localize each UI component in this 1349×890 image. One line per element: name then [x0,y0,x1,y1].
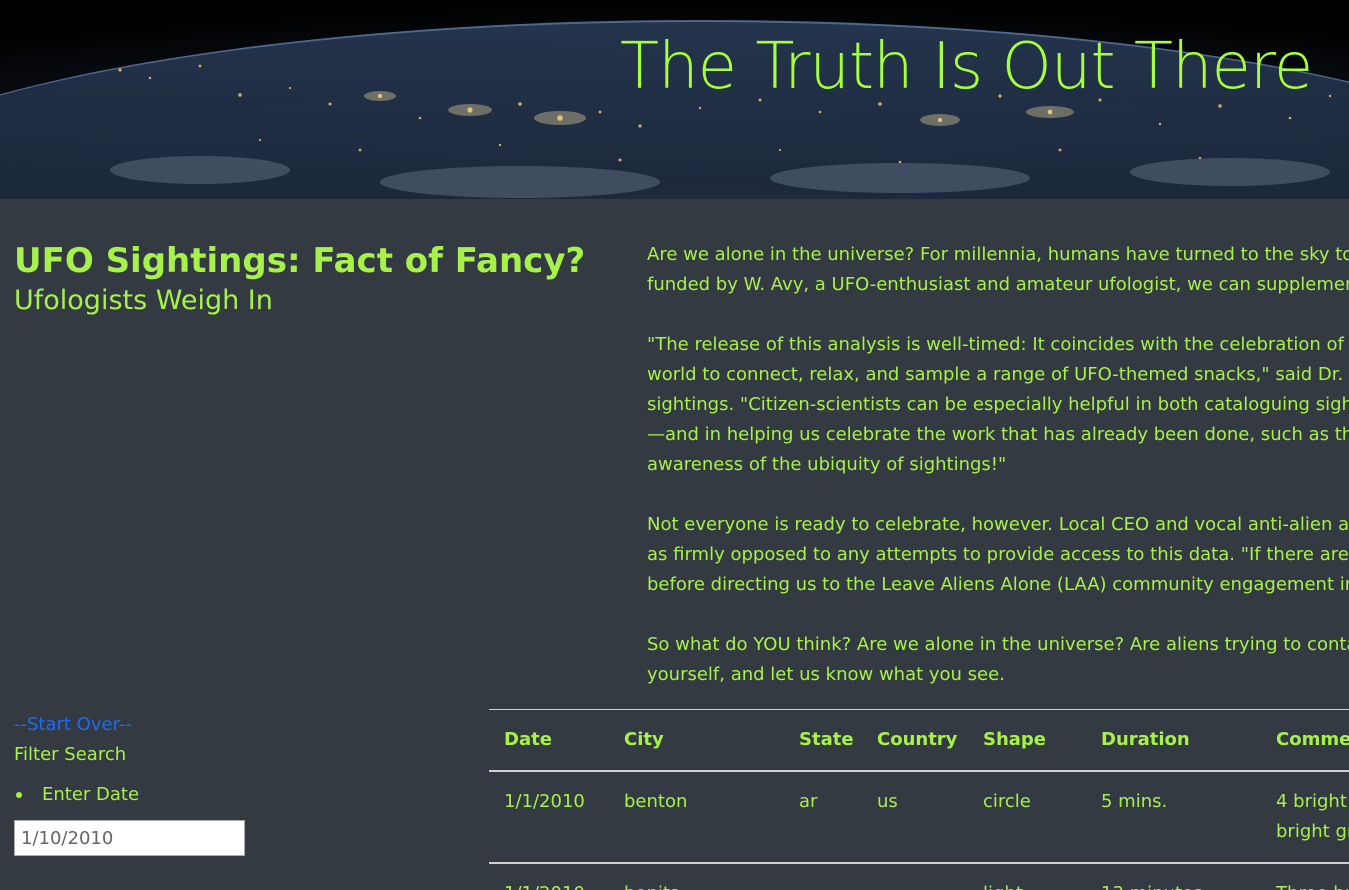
article-line: "The release of this analysis is well-ti… [647,334,1349,355]
cell-city: bonita [609,863,784,890]
article-line: world to connect, relax, and sample a ra… [647,364,1349,385]
page-title: UFO Sightings: Fact of Fancy? [14,241,586,281]
article-line: sightings. "Citizen-scientists can be es… [647,394,1349,415]
cell-shape: circle [968,771,1086,864]
bullet-icon [16,792,22,798]
column-header-state: State [784,709,862,772]
article-line: Are we alone in the universe? For millen… [647,244,1349,265]
cell-shape: light [968,863,1086,890]
cell-duration: 5 mins. [1086,771,1261,864]
cell-comments: Three br [1261,863,1349,890]
date-filter-input[interactable] [14,820,245,856]
column-header-comments: Comme [1261,709,1349,772]
article-line: Not everyone is ready to celebrate, howe… [647,514,1349,535]
cell-duration: 13 minutes [1086,863,1261,890]
table-body: 1/1/2010 benton ar us circle 5 mins. 4 b… [489,771,1349,890]
sightings-table: Date City State Country Shape Duration C… [489,709,1349,890]
cell-country [862,863,968,890]
article-line: awareness of the ubiquity of sightings!" [647,454,1007,475]
article-paragraph: Not everyone is ready to celebrate, howe… [647,510,1349,600]
table-header-row: Date City State Country Shape Duration C… [489,709,1349,772]
filter-panel: --Start Over-- Filter Search Enter Date [14,710,314,856]
column-header-city: City [609,709,784,772]
article-line: as firmly opposed to any attempts to pro… [647,544,1349,565]
page-content: UFO Sightings: Fact of Fancy? Ufologists… [0,199,1349,890]
article-paragraph: So what do YOU think? Are we alone in th… [647,630,1349,690]
article-line: funded by W. Avy, a UFO-enthusiast and a… [647,274,1349,295]
intro-section: UFO Sightings: Fact of Fancy? Ufologists… [14,241,586,316]
article-line: —and in helping us celebrate the work th… [647,424,1349,445]
cell-state [784,863,862,890]
article-body: Are we alone in the universe? For millen… [647,240,1349,720]
cell-city: benton [609,771,784,864]
sightings-table-container: Date City State Country Shape Duration C… [489,709,1349,890]
table-header: Date City State Country Shape Duration C… [489,709,1349,772]
column-header-country: Country [862,709,968,772]
article-line: before directing us to the Leave Aliens … [647,574,1349,595]
start-over-link[interactable]: --Start Over-- [14,710,314,740]
column-header-duration: Duration [1086,709,1261,772]
filter-list: Enter Date [14,780,314,810]
cell-date: 1/1/2010 [489,771,609,864]
cell-comments: 4 bright bright gr [1261,771,1349,864]
table-row: 1/1/2010 benton ar us circle 5 mins. 4 b… [489,771,1349,864]
page-subtitle: Ufologists Weigh In [14,285,273,316]
column-header-shape: Shape [968,709,1086,772]
cell-date: 1/1/2010 [489,863,609,890]
article-paragraph: Are we alone in the universe? For millen… [647,240,1349,300]
filter-item-date: Enter Date [14,780,314,810]
filter-date-label: Enter Date [42,784,140,805]
column-header-date: Date [489,709,609,772]
hero-banner: The Truth Is Out There [0,0,1349,199]
article-paragraph: "The release of this analysis is well-ti… [647,330,1349,480]
article-line: So what do YOU think? Are we alone in th… [647,634,1349,655]
article-line: yourself, and let us know what you see. [647,664,1005,685]
filter-search-label: Filter Search [14,744,127,765]
table-row: 1/1/2010 bonita light 13 minutes Three b… [489,863,1349,890]
cell-country: us [862,771,968,864]
cell-state: ar [784,771,862,864]
hero-title: The Truth Is Out There [620,30,1313,104]
